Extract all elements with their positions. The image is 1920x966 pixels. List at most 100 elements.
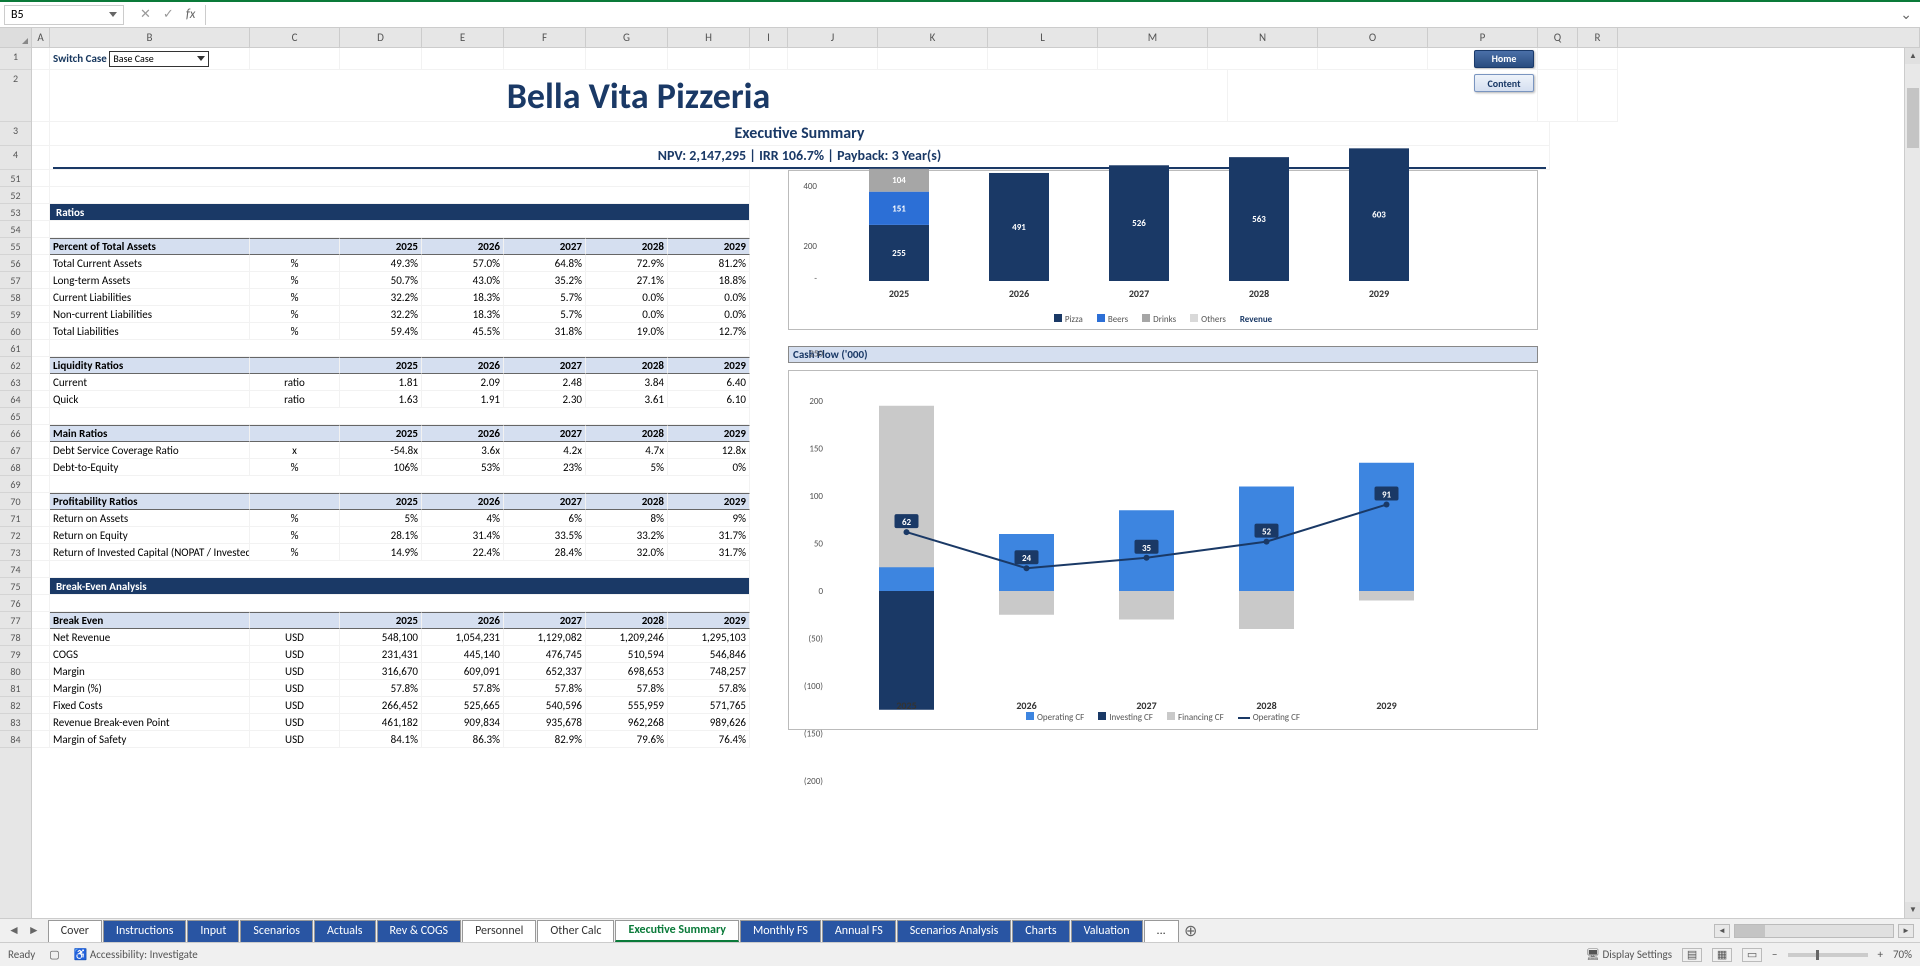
row-73[interactable]: 73 (0, 544, 31, 561)
accessibility-status[interactable]: ♿ Accessibility: Investigate (74, 948, 198, 961)
row-81[interactable]: 81 (0, 680, 31, 697)
formula-bar-expand-icon[interactable]: ⌄ (1900, 6, 1912, 23)
chart-revenue[interactable]: 400200-255151104202549120265262027563202… (788, 170, 1538, 330)
formula-input[interactable] (205, 5, 1900, 25)
row-62[interactable]: 62 (0, 357, 31, 374)
row-79[interactable]: 79 (0, 646, 31, 663)
col-F[interactable]: F (504, 28, 586, 47)
row-70[interactable]: 70 (0, 493, 31, 510)
col-R[interactable]: R (1578, 28, 1618, 47)
name-box[interactable]: B5 (4, 5, 124, 25)
content-button[interactable]: Content (1474, 74, 1534, 92)
sheet-tab-valuation[interactable]: Valuation (1071, 920, 1143, 942)
sheet-tab-personnel[interactable]: Personnel (462, 920, 536, 942)
row-54[interactable]: 54 (0, 221, 31, 238)
col-J[interactable]: J (788, 28, 878, 47)
col-D[interactable]: D (340, 28, 422, 47)
row-75[interactable]: 75 (0, 578, 31, 595)
scroll-up-icon[interactable]: ▲ (1905, 48, 1920, 64)
row-2[interactable]: 2 (0, 70, 31, 122)
tab-nav-next-icon[interactable]: ► (28, 923, 40, 938)
row-84[interactable]: 84 (0, 731, 31, 748)
hscroll-track[interactable] (1734, 924, 1894, 938)
vertical-scrollbar[interactable]: ▲ ▼ (1904, 48, 1920, 918)
col-I[interactable]: I (750, 28, 788, 47)
hscroll-left-icon[interactable]: ◄ (1714, 924, 1730, 938)
cell-grid[interactable]: Switch Case Base CaseHomeBella Vita Pizz… (32, 48, 1920, 918)
macro-record-icon[interactable]: ▢ (49, 948, 59, 961)
cancel-icon[interactable]: ✕ (140, 7, 151, 22)
row-56[interactable]: 56 (0, 255, 31, 272)
row-52[interactable]: 52 (0, 187, 31, 204)
col-H[interactable]: H (668, 28, 750, 47)
select-all-corner[interactable] (0, 28, 32, 47)
confirm-icon[interactable]: ✓ (163, 7, 174, 22)
row-82[interactable]: 82 (0, 697, 31, 714)
row-61[interactable]: 61 (0, 340, 31, 357)
tab-nav-prev-icon[interactable]: ◄ (8, 923, 20, 938)
add-sheet-button[interactable]: ⊕ (1180, 921, 1202, 941)
hscroll-right-icon[interactable]: ► (1898, 924, 1914, 938)
sheet-tab-executive-summary[interactable]: Executive Summary (615, 920, 739, 942)
sheet-tab-monthly-fs[interactable]: Monthly FS (740, 920, 821, 942)
sheet-tab-annual-fs[interactable]: Annual FS (822, 920, 896, 942)
row-1[interactable]: 1 (0, 48, 31, 70)
col-A[interactable]: A (32, 28, 50, 47)
row-72[interactable]: 72 (0, 527, 31, 544)
tab-more[interactable]: ... (1144, 920, 1179, 942)
zoom-in-button[interactable]: + (1878, 948, 1883, 961)
row-76[interactable]: 76 (0, 595, 31, 612)
col-E[interactable]: E (422, 28, 504, 47)
row-78[interactable]: 78 (0, 629, 31, 646)
view-page-layout-button[interactable]: ▦ (1712, 948, 1732, 962)
col-G[interactable]: G (586, 28, 668, 47)
fx-label[interactable]: fx (186, 7, 196, 22)
col-B[interactable]: B (50, 28, 250, 47)
row-74[interactable]: 74 (0, 561, 31, 578)
sheet-tab-rev-cogs[interactable]: Rev & COGS (377, 920, 462, 942)
name-box-dropdown-icon[interactable] (109, 12, 117, 17)
chart-cashflow[interactable]: (200)(150)(100)(50)050100150200250202520… (788, 370, 1538, 730)
row-71[interactable]: 71 (0, 510, 31, 527)
row-3[interactable]: 3 (0, 122, 31, 146)
sheet-tab-other-calc[interactable]: Other Calc (537, 920, 614, 942)
display-settings-button[interactable]: 🖥 Display Settings (1586, 948, 1672, 961)
row-4[interactable]: 4 (0, 146, 31, 170)
col-P[interactable]: P (1428, 28, 1538, 47)
col-K[interactable]: K (878, 28, 988, 47)
row-55[interactable]: 55 (0, 238, 31, 255)
zoom-slider[interactable] (1788, 953, 1868, 957)
zoom-level[interactable]: 70% (1893, 948, 1912, 961)
zoom-thumb[interactable] (1816, 950, 1819, 960)
sheet-tab-scenarios[interactable]: Scenarios (240, 920, 313, 942)
row-66[interactable]: 66 (0, 425, 31, 442)
row-80[interactable]: 80 (0, 663, 31, 680)
view-normal-button[interactable]: ▤ (1682, 948, 1702, 962)
col-C[interactable]: C (250, 28, 340, 47)
sheet-tab-actuals[interactable]: Actuals (314, 920, 376, 942)
row-58[interactable]: 58 (0, 289, 31, 306)
scroll-thumb[interactable] (1907, 88, 1919, 148)
row-51[interactable]: 51 (0, 170, 31, 187)
zoom-out-button[interactable]: − (1772, 948, 1777, 961)
row-60[interactable]: 60 (0, 323, 31, 340)
hscroll-thumb[interactable] (1735, 925, 1765, 937)
switch-case-dropdown[interactable]: Base Case (109, 51, 209, 67)
row-59[interactable]: 59 (0, 306, 31, 323)
row-83[interactable]: 83 (0, 714, 31, 731)
row-63[interactable]: 63 (0, 374, 31, 391)
sheet-tab-input[interactable]: Input (187, 920, 239, 942)
row-64[interactable]: 64 (0, 391, 31, 408)
row-69[interactable]: 69 (0, 476, 31, 493)
sheet-tab-instructions[interactable]: Instructions (103, 920, 186, 942)
col-M[interactable]: M (1098, 28, 1208, 47)
col-L[interactable]: L (988, 28, 1098, 47)
row-65[interactable]: 65 (0, 408, 31, 425)
view-page-break-button[interactable]: ▭ (1742, 948, 1762, 962)
col-Q[interactable]: Q (1538, 28, 1578, 47)
row-77[interactable]: 77 (0, 612, 31, 629)
row-67[interactable]: 67 (0, 442, 31, 459)
col-N[interactable]: N (1208, 28, 1318, 47)
sheet-tab-scenarios-analysis[interactable]: Scenarios Analysis (897, 920, 1012, 942)
sheet-tab-charts[interactable]: Charts (1012, 920, 1069, 942)
